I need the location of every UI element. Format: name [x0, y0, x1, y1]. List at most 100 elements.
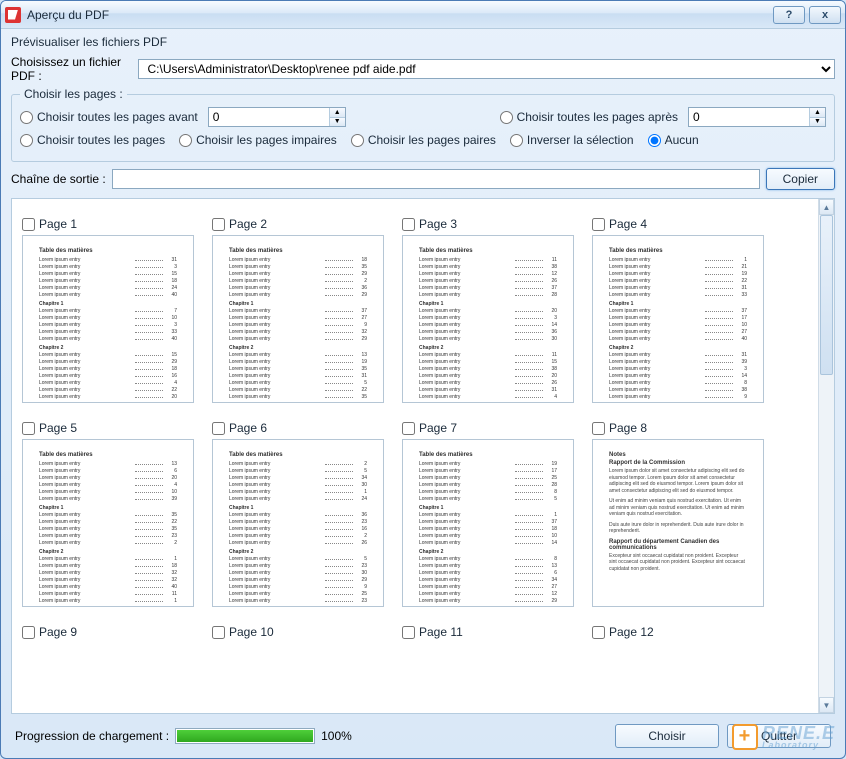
thumbnail-label: Page 12: [609, 625, 654, 639]
file-path-select[interactable]: C:\Users\Administrator\Desktop\renee pdf…: [138, 59, 835, 79]
thumbnail-label: Page 10: [229, 625, 274, 639]
thumbnail-label: Page 6: [229, 421, 267, 435]
thumbnail-page[interactable]: Table des matièresLorem ipsum entry1Lore…: [592, 235, 764, 403]
thumbnail-page[interactable]: Table des matièresLorem ipsum entry31Lor…: [22, 235, 194, 403]
thumbnail-page[interactable]: Table des matièresLorem ipsum entry13Lor…: [22, 439, 194, 607]
thumbnail-grid: Page 1 Table des matièresLorem ipsum entr…: [22, 217, 808, 643]
thumbnail-checkbox[interactable]: [22, 626, 35, 639]
thumbnail-cell: Page 5 Table des matièresLorem ipsum entr…: [22, 421, 194, 607]
radio-after-label: Choisir toutes les pages après: [517, 110, 678, 124]
spinner-before-down[interactable]: ▼: [329, 118, 345, 127]
thumbnail-header: Page 1: [22, 217, 194, 231]
radio-before[interactable]: Choisir toutes les pages avant: [20, 110, 198, 124]
thumbnail-header: Page 12: [592, 625, 764, 639]
close-button[interactable]: x: [809, 6, 841, 24]
radio-after-input[interactable]: [500, 111, 513, 124]
dialog-window: Aperçu du PDF ? x Prévisualiser les fich…: [0, 0, 846, 759]
choose-file-label: Choisissez un fichier PDF :: [11, 55, 132, 83]
thumbnail-cell: Page 1 Table des matièresLorem ipsum entr…: [22, 217, 194, 403]
help-button[interactable]: ?: [773, 6, 805, 24]
radio-invert[interactable]: Inverser la sélection: [510, 133, 634, 147]
bottom-buttons: Choisir Quitter + RENE.E Laboratory: [615, 724, 831, 748]
scroll-track[interactable]: [819, 215, 834, 697]
thumbnail-cell: Page 2 Table des matièresLorem ipsum entr…: [212, 217, 384, 403]
preview-label: Prévisualiser les fichiers PDF: [11, 35, 835, 49]
progress-percent: 100%: [321, 729, 352, 743]
radio-even-label: Choisir les pages paires: [368, 133, 496, 147]
output-label: Chaîne de sortie :: [11, 172, 106, 186]
thumbnail-checkbox[interactable]: [402, 626, 415, 639]
thumbnail-header: Page 5: [22, 421, 194, 435]
scroll-down-button[interactable]: ▼: [819, 697, 834, 713]
preview-scroll[interactable]: Page 1 Table des matièresLorem ipsum entr…: [12, 199, 818, 713]
thumbnail-checkbox[interactable]: [212, 422, 225, 435]
pages-legend: Choisir les pages :: [20, 87, 127, 101]
radio-even-input[interactable]: [351, 134, 364, 147]
thumbnail-page[interactable]: Table des matièresLorem ipsum entry18Lor…: [212, 235, 384, 403]
thumbnail-header: Page 11: [402, 625, 574, 639]
scroll-up-button[interactable]: ▲: [819, 199, 834, 215]
title-controls: ? x: [773, 6, 841, 24]
thumbnail-label: Page 4: [609, 217, 647, 231]
thumbnail-checkbox[interactable]: [212, 626, 225, 639]
thumbnail-checkbox[interactable]: [212, 218, 225, 231]
radio-before-input[interactable]: [20, 111, 33, 124]
copy-button[interactable]: Copier: [766, 168, 835, 190]
quit-button[interactable]: Quitter: [727, 724, 831, 748]
radio-odd-label: Choisir les pages impaires: [196, 133, 337, 147]
thumbnail-page[interactable]: Table des matièresLorem ipsum entry11Lor…: [402, 235, 574, 403]
scroll-thumb[interactable]: [820, 215, 833, 375]
thumbnail-checkbox[interactable]: [22, 422, 35, 435]
radio-none-input[interactable]: [648, 134, 661, 147]
spinner-after-down[interactable]: ▼: [809, 118, 825, 127]
output-row: Chaîne de sortie : Copier: [11, 168, 835, 190]
thumbnail-label: Page 1: [39, 217, 77, 231]
thumbnail-page[interactable]: Table des matièresLorem ipsum entry19Lor…: [402, 439, 574, 607]
spinner-after-up[interactable]: ▲: [809, 108, 825, 118]
thumbnail-header: Page 10: [212, 625, 384, 639]
spinner-before[interactable]: ▲ ▼: [208, 107, 346, 127]
thumbnail-checkbox[interactable]: [592, 422, 605, 435]
file-row: Choisissez un fichier PDF : C:\Users\Adm…: [11, 55, 835, 83]
radio-even[interactable]: Choisir les pages paires: [351, 133, 496, 147]
spinner-after[interactable]: ▲ ▼: [688, 107, 826, 127]
thumbnail-page[interactable]: NotesRapport de la CommissionLorem ipsum…: [592, 439, 764, 607]
radio-invert-input[interactable]: [510, 134, 523, 147]
window-title: Aperçu du PDF: [27, 8, 109, 22]
content-area: Prévisualiser les fichiers PDF Choisisse…: [1, 29, 845, 758]
output-input[interactable]: [112, 169, 760, 189]
radio-before-label: Choisir toutes les pages avant: [37, 110, 198, 124]
thumbnail-header: Page 4: [592, 217, 764, 231]
thumbnail-checkbox[interactable]: [22, 218, 35, 231]
progress-bar: [175, 728, 315, 744]
thumbnail-page[interactable]: Table des matièresLorem ipsum entry2Lore…: [212, 439, 384, 607]
thumbnail-cell: Page 10: [212, 625, 384, 643]
spinner-before-input[interactable]: [209, 108, 329, 126]
vertical-scrollbar[interactable]: ▲ ▼: [818, 199, 834, 713]
thumbnail-label: Page 11: [419, 625, 463, 639]
radio-odd[interactable]: Choisir les pages impaires: [179, 133, 337, 147]
thumbnail-header: Page 2: [212, 217, 384, 231]
radio-all[interactable]: Choisir toutes les pages: [20, 133, 165, 147]
radio-none[interactable]: Aucun: [648, 133, 699, 147]
thumbnail-header: Page 7: [402, 421, 574, 435]
radio-none-label: Aucun: [665, 133, 699, 147]
thumbnail-header: Page 9: [22, 625, 194, 639]
spinner-before-up[interactable]: ▲: [329, 108, 345, 118]
progress-fill: [177, 730, 313, 742]
thumbnail-checkbox[interactable]: [402, 218, 415, 231]
pages-groupbox: Choisir les pages : Choisir toutes les p…: [11, 87, 835, 162]
titlebar[interactable]: Aperçu du PDF ? x: [1, 1, 845, 29]
choose-button[interactable]: Choisir: [615, 724, 719, 748]
thumbnail-checkbox[interactable]: [402, 422, 415, 435]
progress-wrap: Progression de chargement : 100%: [15, 728, 352, 744]
thumbnail-checkbox[interactable]: [592, 626, 605, 639]
radio-after[interactable]: Choisir toutes les pages après: [500, 110, 678, 124]
radio-odd-input[interactable]: [179, 134, 192, 147]
thumbnail-label: Page 8: [609, 421, 647, 435]
spinner-after-input[interactable]: [689, 108, 809, 126]
thumbnail-label: Page 7: [419, 421, 457, 435]
radio-all-input[interactable]: [20, 134, 33, 147]
thumbnail-cell: Page 4 Table des matièresLorem ipsum entr…: [592, 217, 764, 403]
thumbnail-checkbox[interactable]: [592, 218, 605, 231]
